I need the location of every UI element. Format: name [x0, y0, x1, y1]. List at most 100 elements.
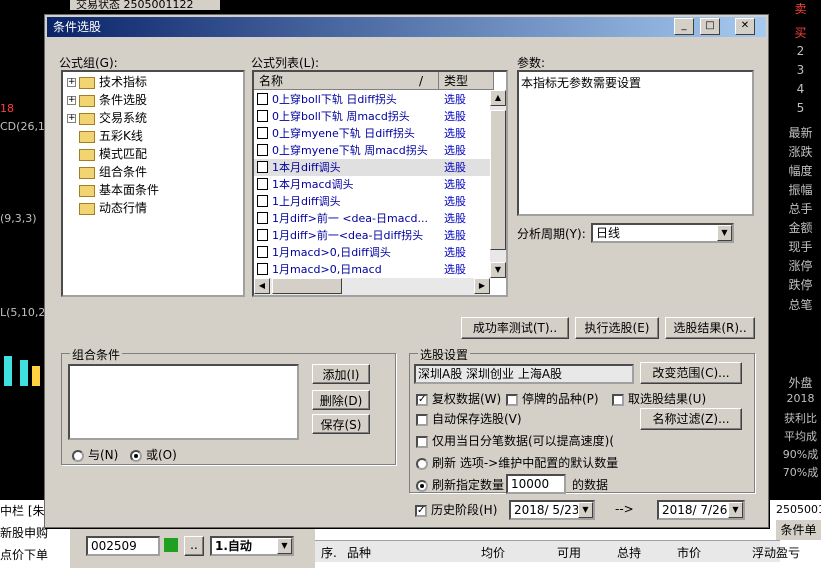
tree-item-pattern[interactable]: 模式匹配 [79, 145, 147, 163]
period-value: 日线 [596, 226, 621, 240]
tree-item-combo[interactable]: 组合条件 [79, 163, 147, 181]
lock-icon[interactable] [164, 538, 178, 552]
intraday-checkbox[interactable]: 仅用当日分笔数据(可以提高速度)( [416, 432, 614, 449]
col-header: 浮动盈亏 [752, 546, 801, 560]
formula-type: 选股 [444, 195, 466, 208]
folder-icon [79, 112, 95, 125]
bg-label: L(5,10,2 [0, 306, 46, 319]
scroll-thumb[interactable] [490, 110, 506, 250]
suspended-checkbox[interactable]: 停牌的品种(P) [506, 390, 599, 407]
document-icon [257, 195, 268, 207]
document-icon [257, 144, 268, 156]
date-arrow: --> [615, 502, 634, 516]
history-start-date[interactable]: 2018/ 5/23 ▼ [509, 500, 595, 520]
add-button[interactable]: 添加(I) [312, 364, 370, 384]
list-hscrollbar[interactable]: ◀ ▶ [254, 278, 490, 295]
close-icon[interactable]: ✕ [735, 18, 755, 35]
quote-label: 振幅 [788, 183, 813, 197]
refresh-count-suffix: 的数据 [572, 478, 609, 492]
list-row[interactable]: 0上穿boll下轨 日diff拐头 选股 [254, 91, 490, 108]
col-name-header[interactable]: 名称 / [254, 72, 439, 90]
folder-icon [79, 148, 95, 161]
checkbox-icon [506, 393, 518, 406]
chart-area-left: 18 CD(26,1 (9,3,3) L(5,10,2 [0, 0, 46, 500]
list-row[interactable]: 1月diff>前一 <dea-日macd... 选股 [254, 210, 490, 227]
quote-label: 金额 [788, 221, 813, 235]
tree-item-tech[interactable]: + 技术指标 [67, 73, 147, 91]
mode-select[interactable]: 1.自动 ▼ [210, 536, 294, 556]
quote-label: 涨停 [788, 259, 813, 273]
document-icon [257, 212, 268, 224]
expand-icon[interactable]: + [67, 78, 76, 87]
stock-code-input[interactable]: 002509 [86, 536, 160, 556]
minimize-icon[interactable]: _ [674, 18, 694, 35]
delete-button[interactable]: 删除(D) [312, 390, 370, 410]
and-radio[interactable]: 与(N) [72, 446, 118, 463]
more-button[interactable]: .. [184, 536, 204, 556]
list-row[interactable]: 0上穿boll下轨 周macd拐头 选股 [254, 108, 490, 125]
result-button[interactable]: 选股结果(R).. [665, 317, 755, 339]
formula-type: 选股 [444, 110, 466, 123]
scroll-down-icon[interactable]: ▼ [490, 262, 506, 278]
history-end-date[interactable]: 2018/ 7/26 ▼ [657, 500, 745, 520]
expand-icon[interactable]: + [67, 96, 76, 105]
tab-conditional-order[interactable]: 条件单 [776, 520, 821, 540]
cancel-result-checkbox[interactable]: 取选股结果(U) [612, 390, 706, 407]
scroll-left-icon[interactable]: ◀ [254, 278, 270, 294]
save-button[interactable]: 保存(S) [312, 414, 370, 434]
maximize-icon[interactable]: □ [700, 18, 720, 35]
success-test-button[interactable]: 成功率测试(T).. [461, 317, 569, 339]
restore-rights-checkbox[interactable]: ✓ 复权数据(W) [416, 390, 501, 407]
auto-save-checkbox[interactable]: 自动保存选股(V) [416, 410, 522, 427]
menu-price-order[interactable]: 点价下单 [0, 546, 48, 563]
name-filter-button[interactable]: 名称过滤(Z)... [640, 408, 742, 430]
scroll-right-icon[interactable]: ▶ [474, 278, 490, 294]
hscroll-thumb[interactable] [272, 278, 342, 294]
history-checkbox[interactable]: ✓ 历史阶段(H) [415, 501, 497, 518]
tree-item-trading[interactable]: + 交易系统 [67, 109, 147, 127]
bottom-tab[interactable]: 中栏 [朱 [0, 502, 45, 519]
refresh-default-radio[interactable]: 刷新 选项->维护中配置的默认数量 [416, 454, 618, 471]
list-row[interactable]: 0上穿myene下轨 周macd拐头 选股 [254, 142, 490, 159]
change-range-button[interactable]: 改变范围(C)... [640, 362, 742, 384]
list-row[interactable]: 1月diff>前一<dea-日diff拐头 选股 [254, 227, 490, 244]
execute-button[interactable]: 执行选股(E) [575, 317, 659, 339]
tree-label: 条件选股 [99, 93, 148, 107]
formula-type: 选股 [444, 178, 466, 191]
tree-item-fundamental[interactable]: 基本面条件 [79, 181, 159, 199]
tree-item-dynamic[interactable]: 动态行情 [79, 199, 147, 217]
positions-header: 序. 品种 均价 可用 总持 市价 浮动盈亏 [315, 540, 800, 562]
list-row[interactable]: 1月macd>0,日diff调头 选股 [254, 244, 490, 261]
scroll-up-icon[interactable]: ▲ [490, 90, 506, 106]
list-row[interactable]: 1月macd>0,日macd 选股 [254, 261, 490, 278]
bg-label: CD(26,1 [0, 120, 45, 133]
expand-icon[interactable]: + [67, 114, 76, 123]
stock-screener-dialog: 条件选股 _ □ ✕ 公式组(G): + 技术指标 + 条件选股 + 交易系统 五彩K… [44, 14, 769, 528]
list-row[interactable]: 0上穿myene下轨 日diff拐头 选股 [254, 125, 490, 142]
range-display: 深圳A股 深圳创业 上海A股 [414, 364, 634, 384]
refresh-count-radio[interactable]: 刷新指定数量 [416, 476, 504, 493]
folder-icon [79, 94, 95, 107]
tree-item-kline[interactable]: 五彩K线 [79, 127, 143, 145]
formula-name: 0上穿boll下轨 日diff拐头 [272, 93, 397, 106]
formula-list[interactable]: 名称 / 类型 0上穿boll下轨 日diff拐头 选股 0上穿boll下轨 周mac… [252, 70, 508, 297]
col-type-header[interactable]: 类型 [439, 72, 494, 90]
list-vscrollbar[interactable]: ▲ ▼ [490, 90, 506, 278]
tree-item-condition[interactable]: + 条件选股 [67, 91, 147, 109]
formula-group-tree[interactable]: + 技术指标 + 条件选股 + 交易系统 五彩K线 模式匹配 组合条件 基本面条件 动… [61, 70, 245, 297]
bg-label: 18 [0, 102, 14, 115]
list-row[interactable]: 1本月diff调头 选股 [254, 159, 490, 176]
background-window-title: 交易状态 2505001122 [70, 0, 220, 10]
document-icon [257, 178, 268, 190]
quote-label: 外盘 [788, 376, 813, 390]
refresh-count-input[interactable]: 10000 [506, 474, 566, 494]
checked-icon: ✓ [416, 393, 428, 406]
combo-list[interactable] [68, 364, 299, 440]
quote-label: 4 [796, 82, 805, 96]
period-select[interactable]: 日线 ▼ [591, 223, 734, 243]
list-row[interactable]: 1本月macd调头 选股 [254, 176, 490, 193]
menu-new-stock[interactable]: 新股申购 [0, 524, 48, 541]
or-radio[interactable]: 或(O) [130, 446, 177, 463]
list-row[interactable]: 1上月diff调头 选股 [254, 193, 490, 210]
history-label: 历史阶段(H) [431, 503, 498, 517]
